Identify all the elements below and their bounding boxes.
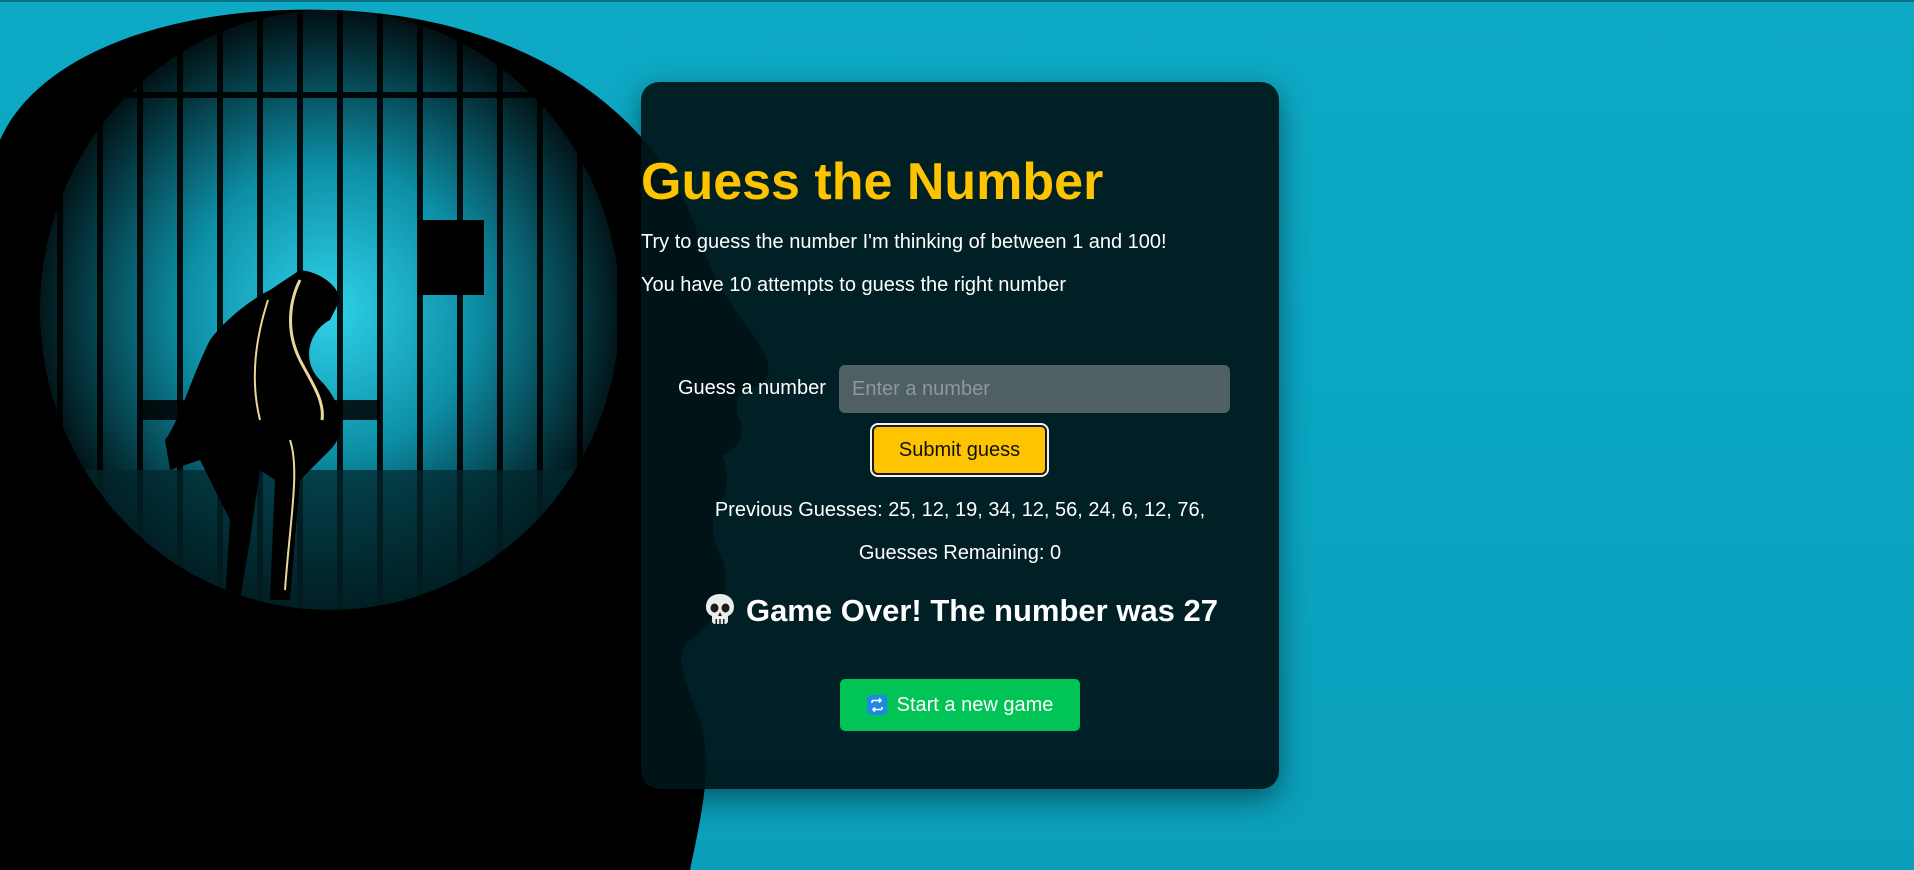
attempts-text: You have 10 attempts to guess the right …	[641, 274, 1067, 296]
previous-guesses-values: 25, 12, 19, 34, 12, 56, 24, 6, 12, 76,	[888, 499, 1206, 521]
submit-guess-button[interactable]: Submit guess	[870, 423, 1049, 477]
guesses-remaining-value: 0	[1050, 542, 1062, 564]
guess-label: Guess a number	[678, 377, 826, 399]
guess-form: Guess a number	[678, 365, 1230, 413]
previous-guesses-label: Previous Guesses:	[714, 499, 883, 521]
previous-guesses: Previous Guesses: 25, 12, 19, 34, 12, 56…	[641, 499, 1279, 522]
guesses-remaining: Guesses Remaining: 0	[641, 542, 1279, 565]
start-new-game-button[interactable]: Start a new game	[840, 679, 1080, 731]
skull-icon	[705, 594, 734, 624]
game-over-text: Game Over! The number was 27	[745, 593, 1219, 628]
repeat-icon	[866, 695, 887, 715]
page-title: Guess the Number	[641, 153, 1104, 211]
instructions-text: Try to guess the number I'm thinking of …	[641, 231, 1167, 253]
start-new-game-label: Start a new game	[896, 693, 1054, 716]
game-over-message: Game Over! The number was 27	[641, 591, 1279, 629]
guesses-remaining-label: Guesses Remaining:	[858, 542, 1045, 564]
guess-input[interactable]	[839, 365, 1230, 413]
